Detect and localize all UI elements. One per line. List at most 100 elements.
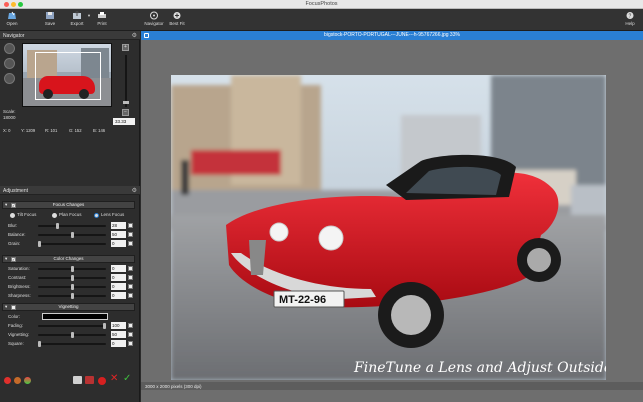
zoom-slider-thumb[interactable] (123, 101, 129, 104)
color-label: Saturation: (8, 266, 30, 271)
collapse-chevron-icon[interactable]: ▾ (5, 256, 7, 262)
vignetting-slider-thumb[interactable] (38, 341, 41, 347)
adjustment-panel-header: Adjustment ⚙ (0, 186, 140, 195)
focus-mode-group: Tilt Focus Plan Focus Lens Focus (10, 212, 136, 220)
focus-slider-thumb[interactable] (56, 223, 60, 229)
window-title: FocusPhotos (305, 1, 338, 7)
loupe-tool-button[interactable] (4, 73, 15, 84)
color-value-field[interactable]: 0 (111, 274, 126, 281)
focus-value-field[interactable]: 50 (111, 231, 126, 238)
vignetting-slider[interactable] (38, 341, 106, 347)
save-preset-icon[interactable] (73, 376, 82, 384)
reset-red-icon[interactable] (4, 377, 11, 384)
vignetting-value-field[interactable]: 100 (111, 322, 126, 329)
focus-value-field[interactable]: 28 (111, 222, 126, 229)
best-fit-button[interactable]: Best Fit (166, 11, 188, 30)
radio-lens-focus[interactable] (94, 213, 99, 218)
compare-icon[interactable] (14, 377, 21, 384)
color-slider-thumb[interactable] (70, 284, 74, 290)
zoom-out-button[interactable]: − (122, 109, 129, 116)
color-slider[interactable] (38, 284, 106, 290)
focus-slider-thumb[interactable] (38, 241, 41, 247)
focus-value-field[interactable]: 0 (111, 240, 126, 247)
color-slider-thumb[interactable] (70, 293, 74, 299)
navigator-viewport-frame[interactable] (35, 52, 101, 100)
best-fit-icon (173, 12, 181, 19)
revert-icon[interactable] (98, 377, 106, 385)
color-row: Contrast: 0 (4, 274, 134, 282)
color-stepper[interactable] (128, 284, 133, 289)
open-button[interactable]: Open (4, 11, 20, 30)
vignetting-color-well[interactable] (42, 313, 108, 320)
vignetting-section[interactable]: ▾ Vignetting (2, 303, 135, 311)
save-button[interactable]: Save (42, 11, 58, 30)
focus-stepper[interactable] (128, 223, 133, 228)
print-icon (98, 12, 106, 18)
document-status-bar: 3000 x 2000 pixels (300 dpi) (141, 382, 643, 390)
zoom-value-field[interactable]: 33.33 (113, 118, 135, 125)
focus-row: Blur: 28 (4, 222, 134, 230)
vignetting-slider-thumb[interactable] (103, 323, 106, 329)
focus-enable-checkbox[interactable]: ✓ (11, 203, 16, 208)
collapse-chevron-icon[interactable]: ▾ (5, 202, 7, 208)
color-value-field[interactable]: 0 (111, 265, 126, 272)
radio-plan-focus[interactable] (52, 213, 57, 218)
vignetting-row: Square: 0 (4, 340, 134, 348)
save-label: Save (44, 21, 56, 26)
vignetting-slider[interactable] (38, 323, 106, 329)
print-button[interactable]: Print (94, 11, 110, 30)
zoom-tool-button[interactable] (4, 43, 15, 54)
focus-stepper[interactable] (128, 232, 133, 237)
load-preset-icon[interactable] (85, 376, 94, 384)
cancel-x-icon[interactable]: ✕ (110, 374, 118, 384)
export-dropdown-chevron-icon[interactable]: ▾ (86, 13, 92, 32)
color-changes-section[interactable]: ▾ ✓ Color Changes (2, 255, 135, 263)
help-button[interactable]: ? Help (622, 11, 638, 30)
focus-slider-thumb[interactable] (70, 232, 74, 238)
color-stepper[interactable] (128, 293, 133, 298)
open-label: Open (6, 21, 18, 26)
color-value-field[interactable]: 0 (111, 292, 126, 299)
vignetting-stepper[interactable] (128, 323, 133, 328)
apply-check-icon[interactable]: ✓ (123, 374, 131, 384)
color-slider[interactable] (38, 266, 106, 272)
color-stepper[interactable] (128, 266, 133, 271)
radio-tilt-focus[interactable] (10, 213, 15, 218)
preset-icon[interactable] (24, 377, 31, 384)
vignetting-row: Fading: 100 (4, 322, 134, 330)
focus-stepper[interactable] (128, 241, 133, 246)
zoom-in-button[interactable]: + (122, 44, 129, 51)
collapse-chevron-icon[interactable]: ▾ (5, 304, 7, 310)
vignetting-stepper[interactable] (128, 332, 133, 337)
export-button[interactable]: Export (66, 11, 88, 30)
color-value-field[interactable]: 0 (111, 283, 126, 290)
color-enable-checkbox[interactable]: ✓ (11, 257, 16, 262)
vignetting-slider-thumb[interactable] (70, 332, 74, 338)
vignetting-value-field[interactable]: 50 (111, 331, 126, 338)
focus-slider[interactable] (38, 241, 106, 247)
color-slider[interactable] (38, 293, 106, 299)
hand-tool-button[interactable] (4, 58, 15, 69)
vignetting-stepper[interactable] (128, 341, 133, 346)
navigator-thumbnail[interactable] (22, 43, 112, 107)
help-label: Help (625, 21, 635, 26)
color-slider-thumb[interactable] (70, 275, 74, 281)
vignetting-slider[interactable] (38, 332, 106, 338)
vignetting-enable-checkbox[interactable] (11, 305, 16, 310)
document-close-icon[interactable] (144, 33, 149, 38)
zoom-slider[interactable] (123, 55, 129, 107)
gear-icon[interactable]: ⚙ (132, 187, 137, 194)
gear-icon[interactable]: ⚙ (132, 32, 137, 39)
focus-changes-section[interactable]: ▾ ✓ Focus Changes (2, 201, 135, 209)
navigator-icon (150, 11, 158, 20)
pixel-readout: X: 0 Y: 1209 R: 101 G: 152 B: 146 (3, 128, 135, 135)
color-slider-thumb[interactable] (70, 266, 74, 272)
focus-slider[interactable] (38, 232, 106, 238)
left-panel: Navigator ⚙ + − Scale: 18000 33.33 X: 0 … (0, 31, 140, 402)
color-stepper[interactable] (128, 275, 133, 280)
vignetting-value-field[interactable]: 0 (111, 340, 126, 347)
focus-slider[interactable] (38, 223, 106, 229)
photo-canvas[interactable]: MT-22-96 FineTune a Lens and Adjust Outs… (171, 75, 606, 380)
navigator-button[interactable]: Navigator (142, 11, 166, 30)
color-slider[interactable] (38, 275, 106, 281)
